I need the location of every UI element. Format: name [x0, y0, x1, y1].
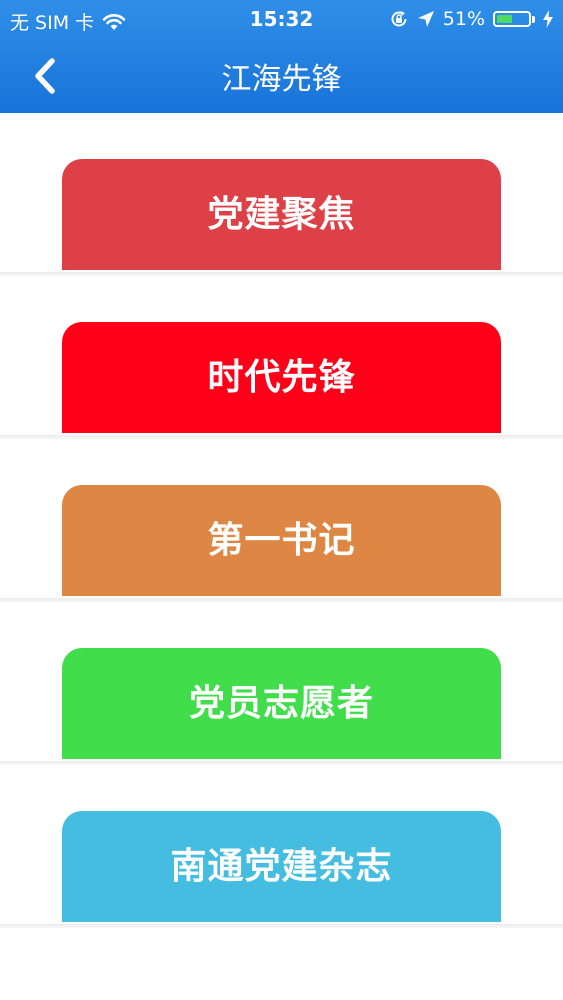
battery-icon [493, 11, 535, 27]
chevron-left-icon [35, 58, 55, 94]
menu-label: 南通党建杂志 [170, 845, 393, 887]
menu-row-3: 第一书记 [0, 439, 563, 602]
menu-label: 党员志愿者 [188, 682, 374, 724]
navigation-bar: 江海先锋 [0, 38, 563, 113]
charging-bolt-icon [543, 10, 553, 28]
page-title: 江海先锋 [221, 62, 342, 97]
status-bar: 无 SIM 卡 15:32 51% [0, 0, 563, 38]
back-button[interactable] [22, 48, 68, 104]
menu-button-party-volunteers[interactable]: 党员志愿者 [62, 648, 501, 759]
menu-button-first-secretary[interactable]: 第一书记 [62, 485, 501, 596]
row-divider [0, 924, 563, 928]
menu-label: 党建聚焦 [207, 193, 356, 235]
top-bar: 无 SIM 卡 15:32 51% 江海先锋 [0, 0, 563, 113]
battery-tip [532, 15, 535, 23]
menu-row-4: 党员志愿者 [0, 602, 563, 765]
menu-label: 时代先锋 [207, 356, 356, 398]
menu-button-party-building-focus[interactable]: 党建聚焦 [62, 159, 501, 270]
status-right: 51% [389, 8, 553, 30]
battery-fill [497, 15, 513, 23]
rotation-lock-icon [391, 11, 407, 27]
menu-label: 第一书记 [207, 519, 356, 561]
menu-row-1: 党建聚焦 [0, 113, 563, 276]
location-arrow-icon [417, 11, 434, 27]
battery-percent: 51% [442, 8, 485, 30]
screen: 无 SIM 卡 15:32 51% 江海先锋 党建聚焦 时代先锋 第一书记 党员… [0, 0, 563, 1000]
menu-row-5: 南通党建杂志 [0, 765, 563, 928]
battery-body [493, 11, 531, 27]
menu-row-2: 时代先锋 [0, 276, 563, 439]
menu-button-nantong-party-magazine[interactable]: 南通党建杂志 [62, 811, 501, 922]
menu-button-era-pioneers[interactable]: 时代先锋 [62, 322, 501, 433]
